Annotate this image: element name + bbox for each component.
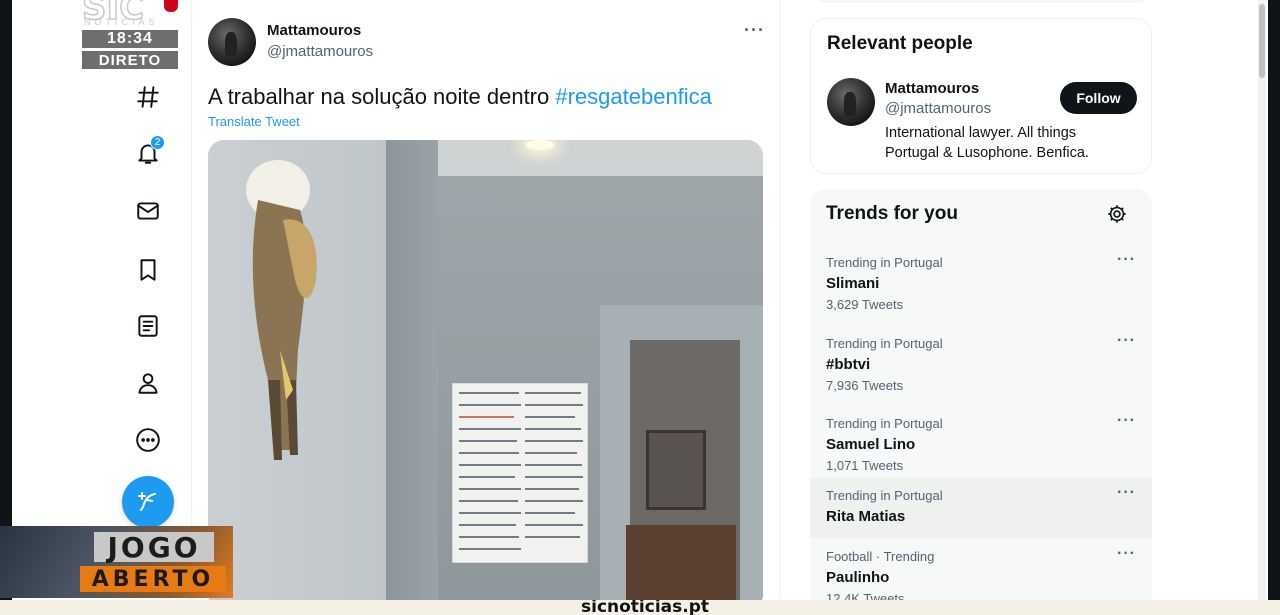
translate-tweet-link[interactable]: Translate Tweet (208, 114, 300, 129)
trends-settings-button[interactable] (1106, 203, 1128, 225)
trend-more-button[interactable]: ··· (1117, 251, 1136, 269)
trend-meta: Trending in Portugal (826, 488, 943, 503)
nav-bookmarks[interactable] (128, 250, 168, 290)
trend-count: 7,936 Tweets (826, 378, 904, 393)
tweet-author-handle[interactable]: @jmattamouros (267, 43, 373, 60)
trend-meta: Trending in Portugal (826, 255, 943, 270)
notification-badge: 2 (150, 135, 165, 150)
trend-count: 12.4K Tweets (826, 591, 905, 600)
nav-profile[interactable] (128, 363, 168, 403)
photo-wall-artwork (246, 160, 317, 460)
trends-card: Trends for you Trending in Portugal Slim… (810, 189, 1152, 600)
trend-meta: Trending in Portugal (826, 416, 943, 431)
trend-meta: Football · Trending (826, 549, 935, 564)
gear-icon (1108, 205, 1126, 223)
photo-ceiling-light (526, 140, 554, 150)
hashtag-icon (137, 86, 159, 108)
more-circle-icon (136, 428, 160, 452)
photo-corner (386, 140, 438, 600)
browser-viewport: 2 Mattamouros @jmattamouros ··· A trabal… (12, 0, 1268, 600)
compose-tweet-button[interactable] (122, 476, 174, 528)
trend-more-button[interactable]: ··· (1117, 332, 1136, 350)
photo-dresser (626, 525, 736, 600)
person-name[interactable]: Mattamouros (885, 80, 979, 97)
news-ticker: sicnoticias.pt (0, 600, 1280, 615)
tweet-photo[interactable] (208, 140, 763, 600)
photo-mirror (646, 430, 706, 510)
trend-count: 1,071 Tweets (826, 458, 904, 473)
trend-name: Paulinho (826, 569, 890, 586)
page-scrollbar[interactable] (1258, 0, 1266, 600)
scrollbar-thumb[interactable] (1259, 4, 1265, 78)
tweet-detail: Mattamouros @jmattamouros ··· A trabalha… (193, 0, 780, 600)
trend-name: #bbtvi (826, 356, 871, 373)
mail-icon (137, 202, 159, 220)
broadcast-clock: 18:34 (82, 30, 178, 48)
show-logo-line2: ABERTO (80, 566, 226, 592)
ticker-url: sicnoticias.pt (581, 600, 710, 615)
profile-icon (138, 373, 158, 394)
trend-item[interactable]: Trending in Portugal Samuel Lino 1,071 T… (810, 406, 1152, 486)
tweet-more-button[interactable]: ··· (744, 20, 765, 41)
nav-notifications[interactable]: 2 (128, 133, 168, 173)
author-avatar[interactable] (208, 18, 256, 66)
trend-more-button[interactable]: ··· (1117, 545, 1136, 563)
left-nav: 2 (12, 0, 192, 600)
channel-logo: SIC NOTÍCIAS (81, 0, 178, 30)
trend-count: 3,629 Tweets (826, 297, 904, 312)
person-handle[interactable]: @jmattamouros (885, 100, 991, 117)
list-icon (138, 315, 158, 337)
search-card-edge (810, 0, 1152, 2)
channel-logo-dot (164, 0, 178, 12)
trend-name: Rita Matias (826, 508, 906, 525)
trend-item[interactable]: Trending in Portugal Slimani 3,629 Tweet… (810, 245, 1152, 325)
trend-item[interactable]: Trending in Portugal Rita Matias ··· (810, 478, 1152, 538)
bookmark-icon (140, 259, 156, 281)
trend-item[interactable]: Trending in Portugal #bbtvi 7,936 Tweets… (810, 326, 1152, 406)
relevant-people-card: Relevant people Mattamouros @jmattamouro… (810, 18, 1152, 174)
right-sidebar: Relevant people Mattamouros @jmattamouro… (810, 0, 1152, 600)
show-logo: JOGO ABERTO (0, 526, 233, 598)
relevant-people-title: Relevant people (827, 33, 973, 54)
trend-name: Slimani (826, 275, 880, 292)
nav-explore[interactable] (128, 77, 168, 117)
channel-logo-sub: NOTÍCIAS (84, 17, 159, 27)
person-avatar[interactable] (827, 78, 875, 126)
follow-button[interactable]: Follow (1060, 82, 1137, 114)
trend-name: Samuel Lino (826, 436, 916, 453)
photo-ceiling (438, 140, 763, 176)
tweet-hashtag-link[interactable]: #resgatebenfica (555, 84, 712, 109)
nav-more[interactable] (128, 420, 168, 460)
live-indicator: DIRETO (82, 51, 178, 69)
nav-messages[interactable] (128, 191, 168, 231)
tweet-body: A trabalhar na solução noite dentro (208, 84, 556, 109)
trends-title: Trends for you (826, 203, 958, 224)
feather-plus-icon (138, 492, 156, 511)
trend-meta: Trending in Portugal (826, 336, 943, 351)
show-logo-line1: JOGO (94, 531, 214, 564)
photo-whiteboard (452, 383, 588, 563)
person-bio: International lawyer. All things Portuga… (885, 125, 1089, 161)
trend-more-button[interactable]: ··· (1117, 484, 1136, 502)
nav-lists[interactable] (128, 306, 168, 346)
trend-more-button[interactable]: ··· (1117, 412, 1136, 430)
tweet-text: A trabalhar na solução noite dentro #res… (208, 84, 712, 110)
tweet-author-name[interactable]: Mattamouros (267, 22, 361, 39)
trend-item[interactable]: Football · Trending Paulinho 12.4K Tweet… (810, 539, 1152, 600)
